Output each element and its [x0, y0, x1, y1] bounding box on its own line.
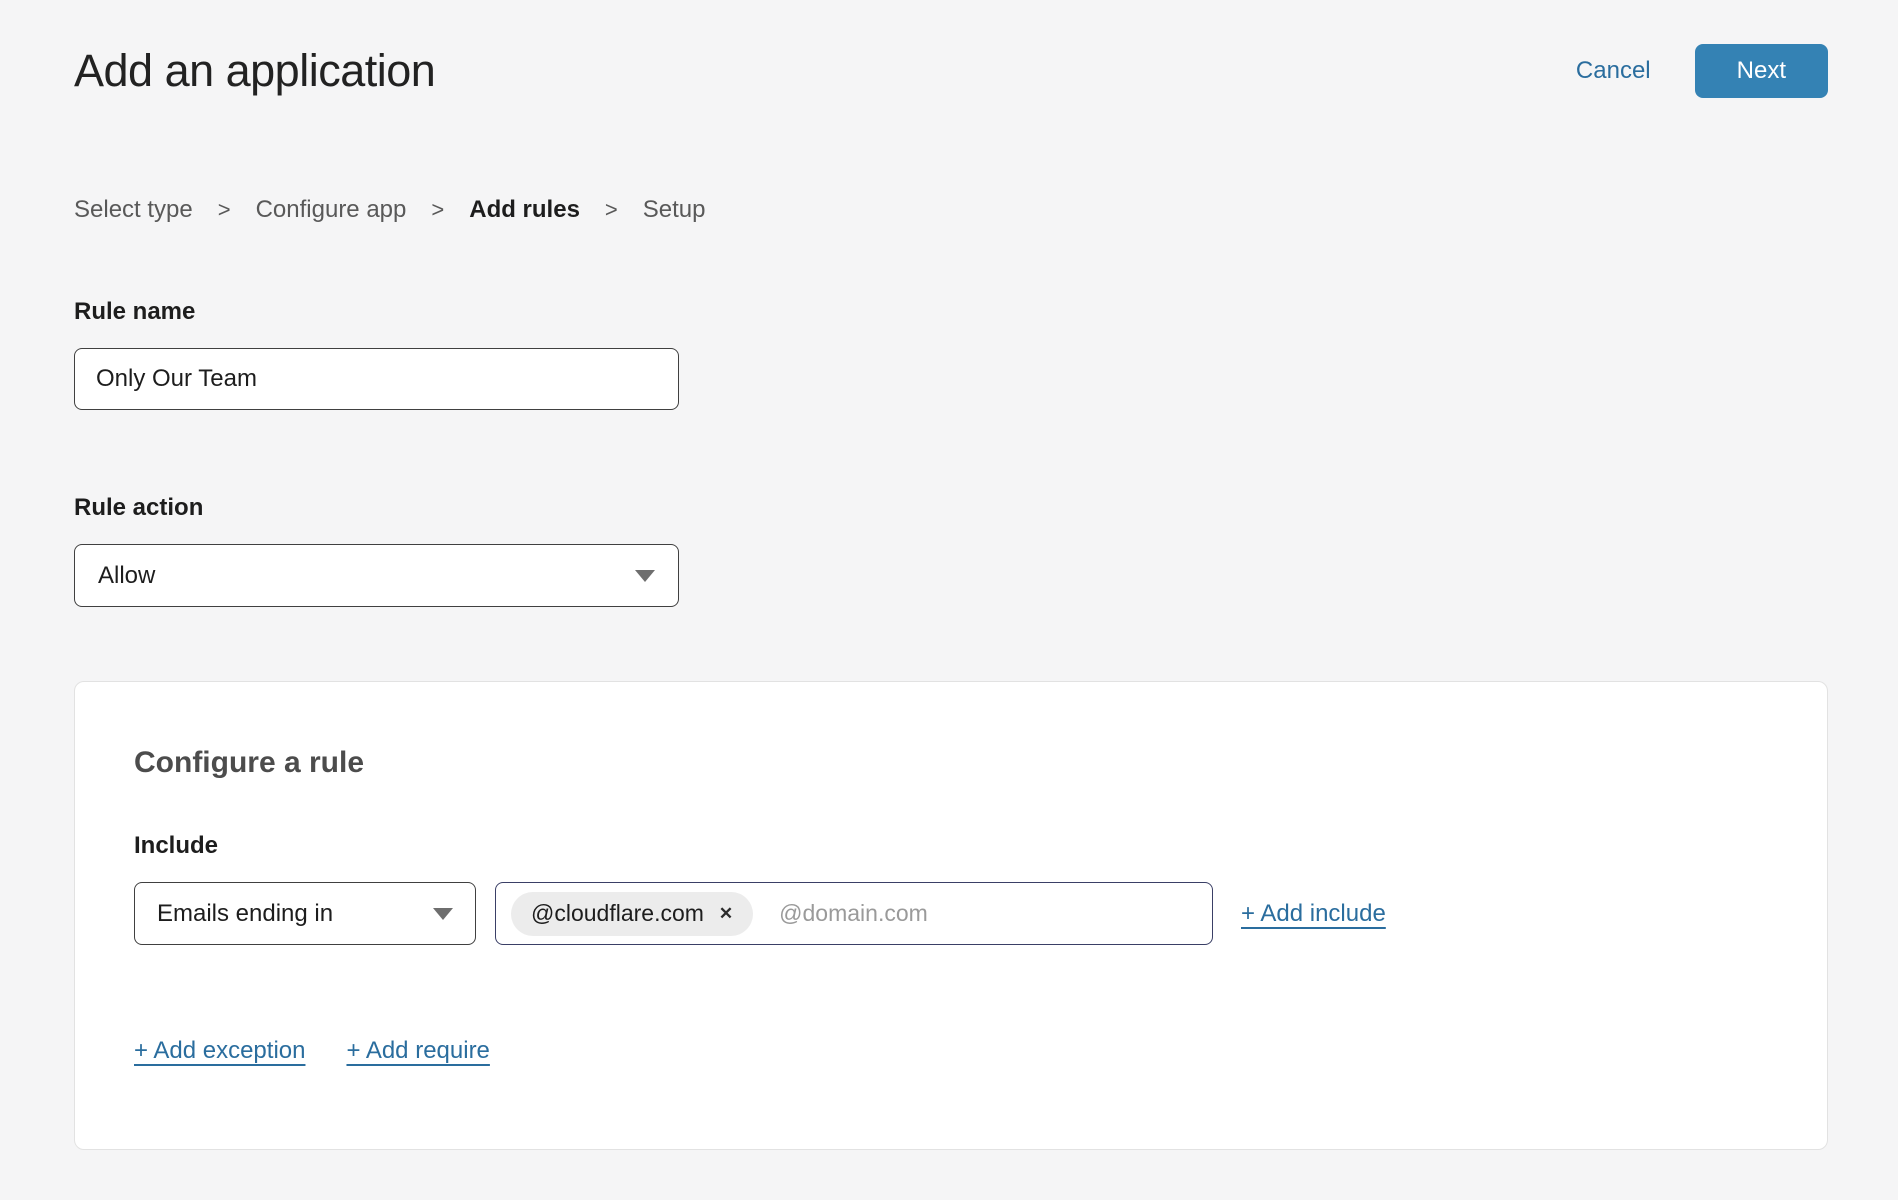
rule-action-select[interactable]: Allow	[74, 544, 679, 607]
rule-action-label: Rule action	[74, 494, 1828, 522]
header-actions: Cancel Next	[1576, 44, 1828, 98]
breadcrumb-step-configure-app[interactable]: Configure app	[256, 196, 407, 224]
page-header: Add an application Cancel Next	[74, 0, 1828, 98]
include-selector[interactable]: Emails ending in	[134, 882, 476, 945]
configure-rule-card: Configure a rule Include Emails ending i…	[74, 681, 1828, 1150]
rule-action-selected-value: Allow	[98, 562, 155, 590]
configure-rule-title: Configure a rule	[134, 746, 1767, 780]
breadcrumb: Select type > Configure app > Add rules …	[74, 196, 1828, 224]
include-rule-row: Emails ending in @cloudflare.com ✕ + Add…	[134, 882, 1767, 945]
email-tag-input-box[interactable]: @cloudflare.com ✕	[495, 882, 1213, 945]
breadcrumb-separator: >	[218, 197, 231, 223]
add-application-page: Add an application Cancel Next Select ty…	[0, 0, 1898, 1150]
rule-card-links: + Add exception + Add require	[134, 1037, 1767, 1065]
breadcrumb-step-select-type[interactable]: Select type	[74, 196, 193, 224]
email-tag-label: @cloudflare.com	[531, 900, 704, 927]
add-exception-link[interactable]: + Add exception	[134, 1037, 305, 1065]
breadcrumb-step-add-rules[interactable]: Add rules	[469, 196, 580, 224]
chevron-down-icon	[635, 570, 655, 582]
next-button[interactable]: Next	[1695, 44, 1828, 98]
cancel-button[interactable]: Cancel	[1576, 57, 1651, 85]
breadcrumb-separator: >	[431, 197, 444, 223]
breadcrumb-separator: >	[605, 197, 618, 223]
rule-name-label: Rule name	[74, 298, 1828, 326]
include-label: Include	[134, 832, 1767, 860]
add-require-link[interactable]: + Add require	[346, 1037, 489, 1065]
page-title: Add an application	[74, 45, 435, 97]
add-include-link[interactable]: + Add include	[1241, 900, 1386, 928]
include-selector-value: Emails ending in	[157, 900, 333, 928]
remove-tag-icon[interactable]: ✕	[719, 905, 733, 922]
email-tag: @cloudflare.com ✕	[511, 892, 753, 936]
breadcrumb-step-setup[interactable]: Setup	[643, 196, 706, 224]
chevron-down-icon	[433, 908, 453, 920]
rule-name-input[interactable]	[74, 348, 679, 410]
email-domain-input[interactable]	[777, 899, 1202, 928]
